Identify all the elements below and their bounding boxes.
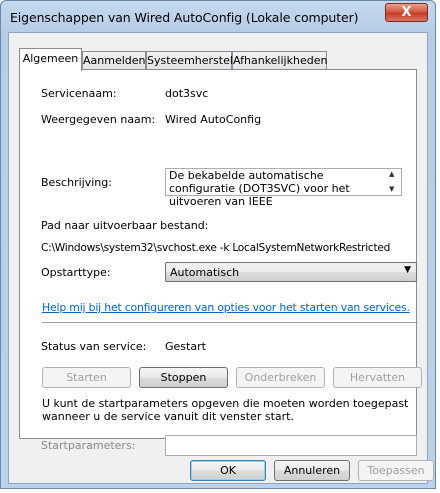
tab-algemeen[interactable]: Algemeen bbox=[19, 48, 82, 71]
status-value: Gestart bbox=[165, 340, 206, 353]
chevron-down-icon: ▼ bbox=[404, 265, 411, 275]
start-params-info: U kunt de startparameters opgeven die mo… bbox=[42, 397, 409, 423]
up-arrow-icon[interactable]: ▲ bbox=[389, 170, 394, 178]
exe-path-label: Pad naar uitvoerbaar bestand: bbox=[41, 219, 209, 232]
start-button[interactable]: Starten bbox=[42, 367, 131, 388]
status-label: Status van service: bbox=[41, 340, 147, 353]
close-icon: X bbox=[401, 5, 412, 20]
start-params-label: Startparameters: bbox=[41, 439, 136, 452]
description-label: Beschrijving: bbox=[41, 176, 112, 189]
description-scrollbar[interactable]: ▲ ▼ bbox=[384, 169, 401, 195]
tab-aanmelden[interactable]: Aanmelden bbox=[82, 51, 146, 70]
title-bar[interactable]: Eigenschappen van Wired AutoConfig (Loka… bbox=[1, 1, 435, 31]
properties-dialog: Eigenschappen van Wired AutoConfig (Loka… bbox=[0, 0, 436, 489]
cancel-button[interactable]: Annuleren bbox=[274, 460, 350, 481]
help-configure-link[interactable]: Help mij bij het configureren van opties… bbox=[42, 301, 410, 314]
description-text: De bekabelde automatische configuratie (… bbox=[169, 169, 350, 208]
pause-button[interactable]: Onderbreken bbox=[236, 367, 325, 388]
separator bbox=[42, 322, 418, 323]
display-name-value: Wired AutoConfig bbox=[165, 113, 262, 126]
startup-type-dropdown[interactable]: Automatisch ▼ bbox=[165, 262, 417, 282]
startup-type-label: Opstarttype: bbox=[41, 266, 111, 279]
display-name-label: Weergegeven naam: bbox=[41, 113, 156, 126]
dialog-body: Algemeen Aanmelden Systeemherstel Afhank… bbox=[8, 32, 434, 484]
start-params-input[interactable] bbox=[165, 435, 417, 456]
resume-button[interactable]: Hervatten bbox=[333, 367, 422, 388]
tab-systeemherstel[interactable]: Systeemherstel bbox=[146, 51, 233, 70]
exe-path-value: C:\Windows\system32\svchost.exe -k Local… bbox=[41, 242, 391, 254]
service-name-label: Servicenaam: bbox=[41, 87, 117, 100]
stop-button[interactable]: Stoppen bbox=[139, 367, 228, 388]
description-box[interactable]: De bekabelde automatische configuratie (… bbox=[165, 168, 402, 208]
down-arrow-icon[interactable]: ▼ bbox=[389, 185, 394, 193]
ok-button[interactable]: OK bbox=[190, 460, 266, 481]
tab-afhankelijkheden[interactable]: Afhankelijkheden bbox=[232, 51, 327, 70]
service-name-value: dot3svc bbox=[165, 87, 209, 100]
general-tab-panel: Servicenaam: dot3svc Weergegeven naam: W… bbox=[19, 69, 422, 456]
window-title: Eigenschappen van Wired AutoConfig (Loka… bbox=[10, 10, 359, 25]
close-button[interactable]: X bbox=[385, 3, 428, 22]
startup-type-value: Automatisch bbox=[170, 266, 240, 279]
apply-button[interactable]: Toepassen bbox=[358, 460, 434, 481]
